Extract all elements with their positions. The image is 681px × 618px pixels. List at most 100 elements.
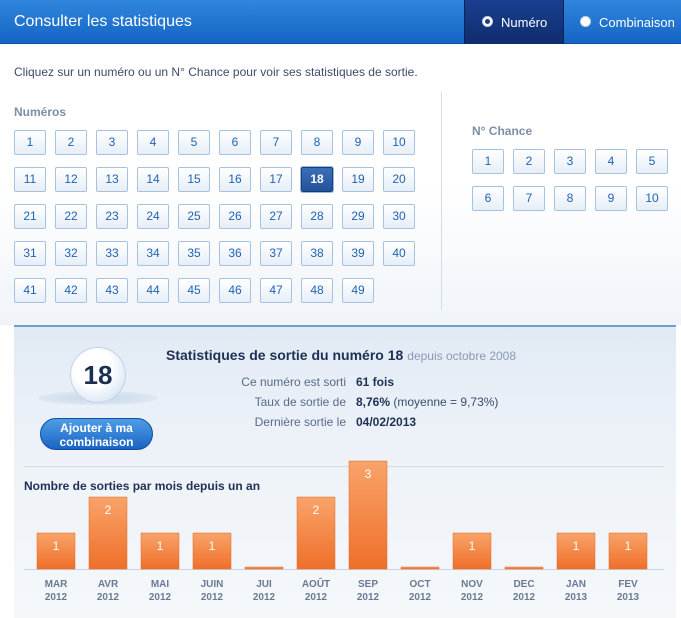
numero-button-18[interactable]: 18 bbox=[301, 167, 333, 192]
x-tick-month: AOÛT bbox=[302, 577, 330, 590]
numero-button-7[interactable]: 7 bbox=[260, 130, 292, 155]
numero-button-8[interactable]: 8 bbox=[301, 130, 333, 155]
tab-numero-label: Numéro bbox=[501, 15, 548, 30]
x-tick-year: 2012 bbox=[149, 592, 172, 603]
chance-button-10[interactable]: 10 bbox=[636, 186, 668, 211]
monthly-bar-chart: 1 MAR 2012 2 AVR 2012 1 MAI 2012 1 JUIN 2012 JUI 2012… bbox=[24, 460, 664, 603]
numero-button-45[interactable]: 45 bbox=[178, 278, 210, 303]
numero-button-38[interactable]: 38 bbox=[301, 241, 333, 266]
x-tick-month: AVR bbox=[98, 579, 119, 590]
numero-button-6[interactable]: 6 bbox=[219, 130, 251, 155]
numero-button-19[interactable]: 19 bbox=[342, 167, 374, 192]
numero-button-37[interactable]: 37 bbox=[260, 241, 292, 266]
chance-button-6[interactable]: 6 bbox=[472, 186, 504, 211]
numero-button-34[interactable]: 34 bbox=[137, 241, 169, 266]
x-tick-year: 2012 bbox=[97, 592, 120, 603]
bar-value-label: 2 bbox=[105, 503, 112, 517]
numero-button-39[interactable]: 39 bbox=[342, 241, 374, 266]
numero-button-40[interactable]: 40 bbox=[383, 241, 415, 266]
numero-button-25[interactable]: 25 bbox=[178, 204, 210, 229]
numero-button-35[interactable]: 35 bbox=[178, 241, 210, 266]
numero-button-4[interactable]: 4 bbox=[137, 130, 169, 155]
chance-button-1[interactable]: 1 bbox=[472, 149, 504, 174]
x-tick-month: NOV bbox=[461, 579, 483, 590]
radio-selected-icon[interactable] bbox=[482, 16, 493, 27]
bar-value-label: 1 bbox=[469, 539, 476, 553]
numero-button-15[interactable]: 15 bbox=[178, 167, 210, 192]
x-tick-year: 2012 bbox=[201, 592, 224, 603]
numero-button-29[interactable]: 29 bbox=[342, 204, 374, 229]
x-tick-year: 2012 bbox=[305, 592, 328, 603]
numero-button-22[interactable]: 22 bbox=[55, 204, 87, 229]
numero-button-41[interactable]: 41 bbox=[14, 278, 46, 303]
vertical-divider bbox=[441, 92, 442, 310]
x-tick-month: JUI bbox=[256, 579, 272, 590]
numero-button-49[interactable]: 49 bbox=[342, 278, 374, 303]
chance-button-9[interactable]: 9 bbox=[595, 186, 627, 211]
x-tick-year: 2012 bbox=[45, 592, 68, 603]
header-bar: Consulter les statistiques Numéro Combin… bbox=[0, 0, 681, 44]
chart-bar bbox=[504, 566, 544, 570]
numero-button-43[interactable]: 43 bbox=[96, 278, 128, 303]
radio-unselected-icon[interactable] bbox=[580, 16, 591, 27]
numero-button-13[interactable]: 13 bbox=[96, 167, 128, 192]
numero-button-27[interactable]: 27 bbox=[260, 204, 292, 229]
bar-value-label: 1 bbox=[573, 539, 580, 553]
numero-button-2[interactable]: 2 bbox=[55, 130, 87, 155]
x-tick-month: JAN bbox=[566, 579, 586, 590]
number-selection-area: Cliquez sur un numéro ou un N° Chance po… bbox=[0, 45, 681, 325]
numero-button-24[interactable]: 24 bbox=[137, 204, 169, 229]
page-title: Consulter les statistiques bbox=[14, 13, 192, 30]
numero-button-31[interactable]: 31 bbox=[14, 241, 46, 266]
bar-value-label: 2 bbox=[313, 503, 320, 517]
numero-button-33[interactable]: 33 bbox=[96, 241, 128, 266]
tab-numero[interactable]: Numéro bbox=[464, 0, 564, 44]
numero-button-14[interactable]: 14 bbox=[137, 167, 169, 192]
numero-button-32[interactable]: 32 bbox=[55, 241, 87, 266]
numero-button-26[interactable]: 26 bbox=[219, 204, 251, 229]
numero-button-47[interactable]: 47 bbox=[260, 278, 292, 303]
numero-button-16[interactable]: 16 bbox=[219, 167, 251, 192]
numero-button-30[interactable]: 30 bbox=[383, 204, 415, 229]
numero-button-12[interactable]: 12 bbox=[55, 167, 87, 192]
chance-button-2[interactable]: 2 bbox=[513, 149, 545, 174]
numero-button-9[interactable]: 9 bbox=[342, 130, 374, 155]
chance-button-4[interactable]: 4 bbox=[595, 149, 627, 174]
numero-button-20[interactable]: 20 bbox=[383, 167, 415, 192]
numero-button-28[interactable]: 28 bbox=[301, 204, 333, 229]
chance-button-5[interactable]: 5 bbox=[636, 149, 668, 174]
x-tick-month: FEV bbox=[618, 579, 638, 590]
x-tick-year: 2012 bbox=[253, 592, 276, 603]
bar-value-label: 1 bbox=[157, 539, 164, 553]
bar-value-label: 1 bbox=[625, 539, 632, 553]
x-tick-year: 2012 bbox=[409, 592, 432, 603]
chance-label: N° Chance bbox=[472, 124, 533, 138]
numero-button-1[interactable]: 1 bbox=[14, 130, 46, 155]
numero-button-44[interactable]: 44 bbox=[137, 278, 169, 303]
tab-combinaison[interactable]: Combinaison bbox=[564, 0, 681, 44]
stats-panel: 18 Ajouter à ma combinaison Statistiques… bbox=[14, 325, 676, 618]
numero-button-36[interactable]: 36 bbox=[219, 241, 251, 266]
numero-button-10[interactable]: 10 bbox=[383, 130, 415, 155]
numero-button-3[interactable]: 3 bbox=[96, 130, 128, 155]
chance-button-7[interactable]: 7 bbox=[513, 186, 545, 211]
x-tick-year: 2012 bbox=[513, 592, 536, 603]
numero-button-17[interactable]: 17 bbox=[260, 167, 292, 192]
numero-button-48[interactable]: 48 bbox=[301, 278, 333, 303]
x-tick-year: 2012 bbox=[461, 592, 484, 603]
numero-button-11[interactable]: 11 bbox=[14, 167, 46, 192]
intro-text: Cliquez sur un numéro ou un N° Chance po… bbox=[14, 65, 418, 79]
numero-button-5[interactable]: 5 bbox=[178, 130, 210, 155]
numero-button-21[interactable]: 21 bbox=[14, 204, 46, 229]
numero-button-46[interactable]: 46 bbox=[219, 278, 251, 303]
tab-combinaison-label: Combinaison bbox=[599, 15, 675, 30]
x-tick-month: MAI bbox=[151, 579, 170, 590]
numero-button-42[interactable]: 42 bbox=[55, 278, 87, 303]
bar-value-label: 3 bbox=[365, 467, 372, 481]
chance-button-8[interactable]: 8 bbox=[554, 186, 586, 211]
numero-button-23[interactable]: 23 bbox=[96, 204, 128, 229]
x-tick-month: JUIN bbox=[201, 579, 224, 590]
x-tick-month: OCT bbox=[409, 579, 430, 590]
chance-button-3[interactable]: 3 bbox=[554, 149, 586, 174]
x-tick-month: SEP bbox=[358, 579, 378, 590]
